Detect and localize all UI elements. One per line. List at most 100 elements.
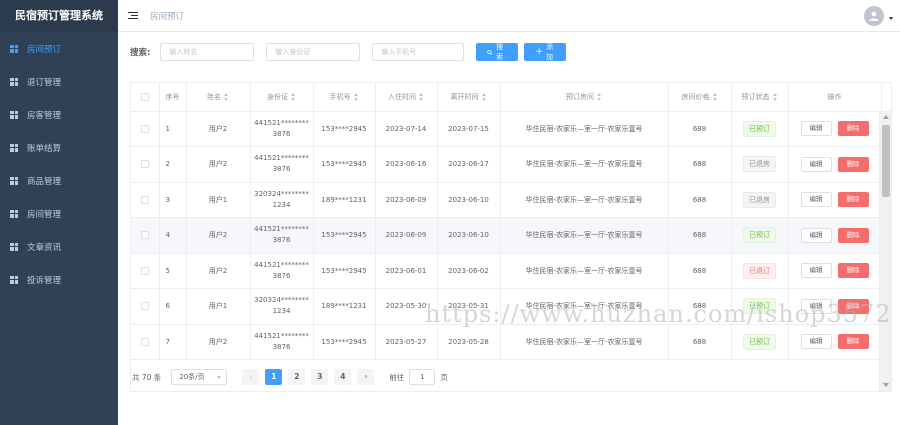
scroll-down-icon[interactable] <box>883 383 889 387</box>
sort-icon[interactable] <box>224 92 229 101</box>
add-button[interactable]: + 添加 <box>524 43 567 61</box>
delete-button[interactable]: 删除 <box>837 121 869 137</box>
delete-button[interactable]: 删除 <box>837 298 869 314</box>
sort-icon[interactable] <box>419 92 424 101</box>
col-room[interactable]: 预订房间 <box>500 83 669 112</box>
row-checkbox[interactable] <box>140 231 149 240</box>
cell-name: 用户2 <box>186 146 251 183</box>
page-button[interactable]: 3 <box>311 369 329 385</box>
cell-phone: 153****2945 <box>313 217 376 254</box>
table-row[interactable]: 3 用户1 320324********1234 189****1231 2023-06… <box>131 182 882 218</box>
sidebar-item[interactable]: 账单结算 <box>0 131 118 164</box>
pagination: 共 70 条 20条/页 ‹ 1234 › 前往 1 页 <box>132 369 448 385</box>
scroll-thumb[interactable] <box>882 125 890 197</box>
status-badge: 已预订 <box>743 333 776 350</box>
top-header: 房间预订 <box>118 0 900 32</box>
sidebar-item[interactable]: 房间管理 <box>0 197 118 230</box>
delete-button[interactable]: 删除 <box>837 192 869 208</box>
sidebar-item[interactable]: 文章资讯 <box>0 230 118 263</box>
delete-button[interactable]: 删除 <box>837 227 869 243</box>
page-button[interactable]: 1 <box>265 369 283 385</box>
edit-button[interactable]: 编辑 <box>800 227 832 243</box>
scroll-up-icon[interactable] <box>883 115 889 119</box>
goto-prefix: 前往 <box>389 372 405 382</box>
status-badge: 已预订 <box>743 227 776 244</box>
sidebar-item[interactable]: 房间预订 <box>0 32 118 65</box>
col-status[interactable]: 预订状态 <box>731 83 789 112</box>
table-scrollbar[interactable] <box>879 111 891 391</box>
cell-room: 华住民宿-农家乐—室一厅-农家乐壹号 <box>500 288 669 325</box>
table-row[interactable]: 6 用户1 320324********1234 189****1231 2023-05… <box>131 288 882 325</box>
table-body: 1 用户2 441521********3876 153****2945 2023-07… <box>131 111 882 360</box>
edit-button[interactable]: 编辑 <box>800 156 832 172</box>
sort-icon[interactable] <box>597 92 602 101</box>
table-row[interactable]: 1 用户2 441521********3876 153****2945 2023-07… <box>131 111 882 147</box>
col-price[interactable]: 房间价格 <box>668 83 732 112</box>
sort-icon[interactable] <box>481 92 487 101</box>
sort-icon[interactable] <box>353 92 359 101</box>
row-checkbox[interactable] <box>140 266 149 275</box>
phone-input[interactable] <box>381 48 464 56</box>
cell-room: 华住民宿-农家乐—室一厅-农家乐壹号 <box>500 253 669 289</box>
cell-price: 688 <box>668 288 732 325</box>
sidebar-item[interactable]: 商品管理 <box>0 164 118 197</box>
menu-toggle-icon[interactable] <box>128 11 138 20</box>
edit-button[interactable]: 编辑 <box>800 263 832 279</box>
prev-page-button[interactable]: ‹ <box>242 369 260 385</box>
edit-button[interactable]: 编辑 <box>800 192 832 208</box>
row-checkbox[interactable] <box>140 195 149 204</box>
col-phone[interactable]: 手机号 <box>313 83 376 112</box>
sort-icon[interactable] <box>291 92 296 101</box>
table-row[interactable]: 4 用户2 441521********3876 153****2945 2023-06… <box>131 217 882 254</box>
next-page-button[interactable]: › <box>357 369 375 385</box>
select-all-checkbox[interactable] <box>140 92 149 101</box>
sidebar-item-label: 投诉管理 <box>27 275 62 286</box>
delete-button[interactable]: 删除 <box>837 334 869 350</box>
edit-button[interactable]: 编辑 <box>800 298 832 314</box>
cell-checkin: 2023-06-16 <box>375 146 438 183</box>
caret-down-icon[interactable] <box>889 17 893 20</box>
cell-status: 已退房 <box>731 146 789 183</box>
search-bar: 搜索: 搜索 + 添加 <box>130 43 572 61</box>
col-checkin[interactable]: 入住时间 <box>375 83 438 112</box>
sidebar-item[interactable]: 房客管理 <box>0 98 118 131</box>
name-input[interactable] <box>169 48 254 56</box>
goto-input[interactable]: 1 <box>409 369 436 385</box>
idcard-input-wrap <box>266 43 361 61</box>
edit-button[interactable]: 编辑 <box>800 334 832 350</box>
search-button-label: 搜索 <box>496 43 504 61</box>
sort-icon[interactable] <box>772 92 778 101</box>
col-checkout[interactable]: 离开时间 <box>437 83 501 112</box>
sidebar-item[interactable]: 退订管理 <box>0 65 118 98</box>
cell-status: 已预订 <box>731 324 789 360</box>
sidebar-item[interactable]: 投诉管理 <box>0 263 118 296</box>
page-button[interactable]: 2 <box>288 369 306 385</box>
chevron-down-icon <box>217 375 222 379</box>
breadcrumb: 房间预订 <box>150 11 185 22</box>
page-button[interactable]: 4 <box>334 369 352 385</box>
idcard-input[interactable] <box>275 48 360 56</box>
col-idcard[interactable]: 身份证 <box>250 83 314 112</box>
page-size-select[interactable]: 20条/页 <box>171 369 228 385</box>
row-checkbox[interactable] <box>140 302 149 311</box>
goto-suffix: 页 <box>440 372 448 382</box>
cell-index: 6 <box>159 288 187 325</box>
cell-room: 华住民宿-农家乐—室一厅-农家乐壹号 <box>500 146 669 183</box>
delete-button[interactable]: 删除 <box>837 263 869 279</box>
grid-icon <box>10 209 18 218</box>
row-checkbox[interactable] <box>140 124 149 133</box>
table-row[interactable]: 2 用户2 441521********3876 153****2945 2023-06… <box>131 146 882 183</box>
delete-button[interactable]: 删除 <box>837 156 869 172</box>
search-button[interactable]: 搜索 <box>476 43 519 61</box>
row-checkbox[interactable] <box>140 337 149 346</box>
col-name[interactable]: 姓名 <box>186 83 251 112</box>
sort-icon[interactable] <box>712 92 718 101</box>
table-row[interactable]: 5 用户2 441521********3876 153****2945 2023-06… <box>131 253 882 289</box>
cell-status: 已预订 <box>731 288 789 325</box>
sidebar: 民宿预订管理系统 房间预订 退订管理 房客管理 账单结算 商品管理 房间管理 文章资讯 投诉管… <box>0 0 118 425</box>
edit-button[interactable]: 编辑 <box>800 121 832 137</box>
table-row[interactable]: 7 用户2 441521********3876 153****2945 2023-05… <box>131 324 882 360</box>
status-badge: 已退房 <box>743 156 776 173</box>
avatar[interactable] <box>864 6 884 26</box>
row-checkbox[interactable] <box>140 160 149 169</box>
